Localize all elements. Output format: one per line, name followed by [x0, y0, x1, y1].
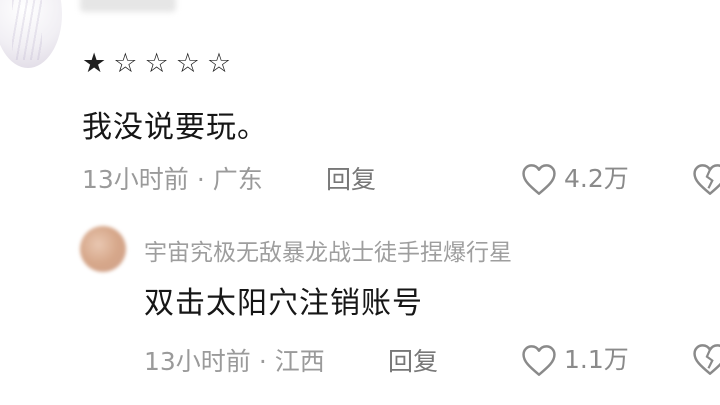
like-button[interactable]: 1.1万 — [520, 343, 629, 377]
like-button[interactable]: 4.2万 — [520, 162, 629, 196]
star-rating: ★ ☆ ☆ ☆ ☆ — [82, 48, 231, 80]
broken-heart-icon — [693, 344, 720, 375]
reply-button[interactable]: 回复 — [326, 163, 376, 197]
avatar[interactable] — [80, 226, 126, 272]
comment-time: 13小时前 — [82, 165, 189, 194]
star-empty-icon: ☆ — [144, 48, 169, 79]
reply-button[interactable]: 回复 — [388, 345, 438, 379]
heart-outline-icon — [522, 345, 556, 376]
comment-text: 双击太阳穴注销账号 — [144, 286, 423, 321]
avatar[interactable] — [0, 0, 62, 68]
comment-time: 13小时前 — [144, 347, 251, 376]
like-count: 1.1万 — [564, 345, 629, 374]
star-empty-icon: ☆ — [113, 48, 138, 79]
broken-heart-icon — [693, 164, 720, 195]
star-empty-icon: ☆ — [175, 48, 200, 79]
like-count: 4.2万 — [564, 164, 629, 193]
star-empty-icon: ☆ — [206, 48, 232, 79]
comment-text: 我没说要玩。 — [82, 110, 268, 145]
comment-meta: 13小时前 · 广东 — [82, 163, 263, 197]
username[interactable]: 宇宙究极无敌暴龙战士徒手捏爆行星 — [144, 237, 512, 269]
comment-meta: 13小时前 · 江西 — [144, 345, 325, 379]
heart-outline-icon — [522, 164, 556, 195]
star-filled-icon: ★ — [82, 48, 107, 79]
dislike-button[interactable] — [690, 342, 720, 376]
meta-separator: · — [196, 165, 205, 194]
comment-location: 江西 — [274, 347, 325, 376]
dislike-button[interactable] — [690, 162, 720, 196]
comment-location: 广东 — [212, 165, 263, 194]
username-blurred[interactable] — [80, 0, 176, 12]
meta-separator: · — [258, 347, 267, 376]
